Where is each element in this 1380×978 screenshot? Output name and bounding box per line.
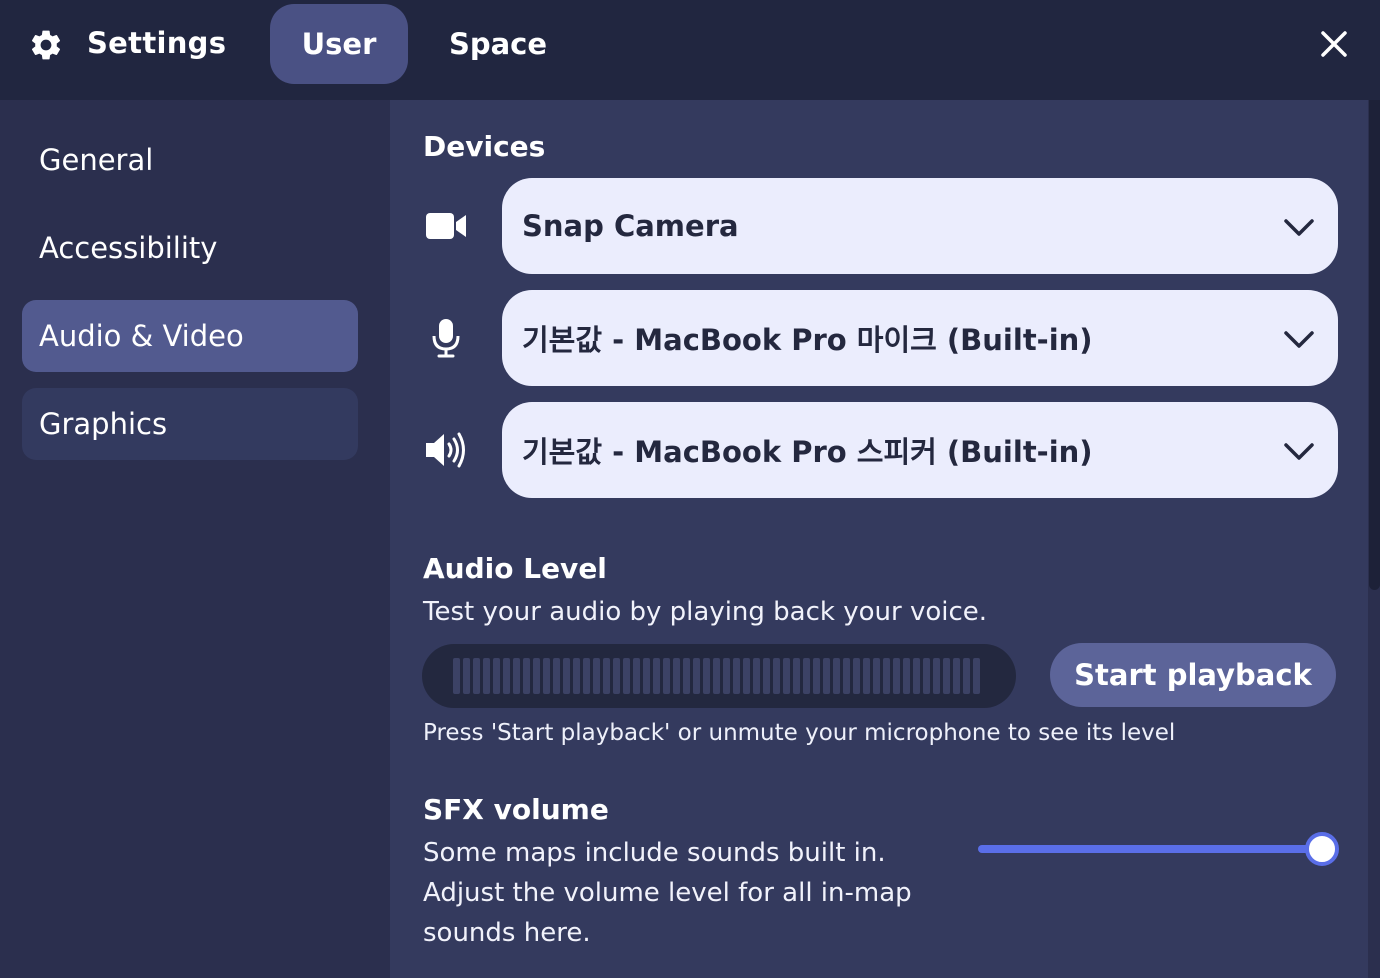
close-icon[interactable] xyxy=(1318,28,1350,60)
audio-level-segment xyxy=(873,658,880,694)
sidebar-item-accessibility[interactable]: Accessibility xyxy=(22,212,358,284)
audio-level-segment xyxy=(923,658,930,694)
speaker-select[interactable]: 기본값 - MacBook Pro 스피커 (Built-in) xyxy=(502,402,1338,498)
microphone-icon xyxy=(432,319,460,358)
audio-level-segment xyxy=(693,658,700,694)
audio-level-segment xyxy=(773,658,780,694)
audio-level-segment xyxy=(473,658,480,694)
audio-level-segment xyxy=(843,658,850,694)
audio-level-segment xyxy=(663,658,670,694)
audio-level-segment xyxy=(553,658,560,694)
audio-level-segment xyxy=(453,658,460,694)
audio-level-segment xyxy=(483,658,490,694)
audio-level-segment xyxy=(833,658,840,694)
audio-level-meter xyxy=(422,644,1016,708)
audio-level-segment xyxy=(793,658,800,694)
scrollbar[interactable] xyxy=(1369,100,1380,590)
gear-icon xyxy=(31,30,61,60)
settings-title: Settings xyxy=(87,26,227,60)
audio-level-segment xyxy=(463,658,470,694)
audio-level-segment xyxy=(863,658,870,694)
chevron-down-icon xyxy=(1284,331,1314,348)
audio-level-segment xyxy=(903,658,910,694)
audio-level-segment xyxy=(523,658,530,694)
chevron-down-icon xyxy=(1284,219,1314,236)
camera-select[interactable]: Snap Camera xyxy=(502,178,1338,274)
audio-level-segment xyxy=(963,658,970,694)
audio-level-segment xyxy=(763,658,770,694)
audio-level-segment xyxy=(603,658,610,694)
audio-level-segment xyxy=(883,658,890,694)
audio-level-hint: Press 'Start playback' or unmute your mi… xyxy=(423,720,1176,746)
audio-level-segment xyxy=(783,658,790,694)
camera-select-value: Snap Camera xyxy=(522,209,739,243)
audio-level-segment xyxy=(543,658,550,694)
chevron-down-icon xyxy=(1284,443,1314,460)
start-playback-button[interactable]: Start playback xyxy=(1050,643,1336,707)
audio-level-segment xyxy=(623,658,630,694)
sfx-volume-description: Some maps include sounds built in. Adjus… xyxy=(423,838,912,948)
settings-sidebar: General Accessibility Audio & Video Grap… xyxy=(0,100,390,978)
sidebar-item-general[interactable]: General xyxy=(22,124,358,196)
audio-level-description: Test your audio by playing back your voi… xyxy=(423,597,988,627)
audio-level-title: Audio Level xyxy=(423,552,607,585)
sidebar-item-audio-video[interactable]: Audio & Video xyxy=(22,300,358,372)
audio-level-segment xyxy=(723,658,730,694)
audio-level-segment xyxy=(813,658,820,694)
audio-level-segment xyxy=(823,658,830,694)
devices-title: Devices xyxy=(423,130,546,163)
settings-header: Settings User Space xyxy=(0,0,1380,100)
sidebar-item-graphics[interactable]: Graphics xyxy=(22,388,358,460)
audio-level-segment xyxy=(733,658,740,694)
audio-level-segment xyxy=(943,658,950,694)
audio-level-bars xyxy=(453,658,980,694)
audio-level-segment xyxy=(703,658,710,694)
speaker-icon xyxy=(426,432,465,468)
audio-level-segment xyxy=(653,658,660,694)
sfx-volume-title: SFX volume xyxy=(423,793,609,826)
audio-level-segment xyxy=(513,658,520,694)
audio-level-segment xyxy=(533,658,540,694)
audio-level-segment xyxy=(853,658,860,694)
audio-level-segment xyxy=(633,658,640,694)
audio-level-segment xyxy=(673,658,680,694)
audio-level-segment xyxy=(743,658,750,694)
speaker-select-value: 기본값 - MacBook Pro 스피커 (Built-in) xyxy=(522,435,1093,469)
audio-level-segment xyxy=(613,658,620,694)
audio-level-segment xyxy=(933,658,940,694)
microphone-select[interactable]: 기본값 - MacBook Pro 마이크 (Built-in) xyxy=(502,290,1338,386)
audio-level-segment xyxy=(753,658,760,694)
tab-user[interactable]: User xyxy=(270,4,408,84)
audio-level-segment xyxy=(643,658,650,694)
audio-level-segment xyxy=(503,658,510,694)
audio-level-segment xyxy=(913,658,920,694)
audio-level-segment xyxy=(593,658,600,694)
audio-level-segment xyxy=(563,658,570,694)
audio-level-segment xyxy=(893,658,900,694)
audio-level-segment xyxy=(583,658,590,694)
audio-level-segment xyxy=(953,658,960,694)
video-camera-icon xyxy=(426,213,466,239)
audio-level-segment xyxy=(713,658,720,694)
audio-level-segment xyxy=(493,658,500,694)
microphone-select-value: 기본값 - MacBook Pro 마이크 (Built-in) xyxy=(522,323,1093,357)
audio-level-segment xyxy=(973,658,980,694)
audio-level-segment xyxy=(683,658,690,694)
tab-space[interactable]: Space xyxy=(420,4,576,84)
sfx-volume-slider-thumb[interactable] xyxy=(1305,832,1339,866)
sfx-volume-slider-track[interactable] xyxy=(978,845,1322,853)
audio-level-segment xyxy=(803,658,810,694)
audio-level-segment xyxy=(573,658,580,694)
